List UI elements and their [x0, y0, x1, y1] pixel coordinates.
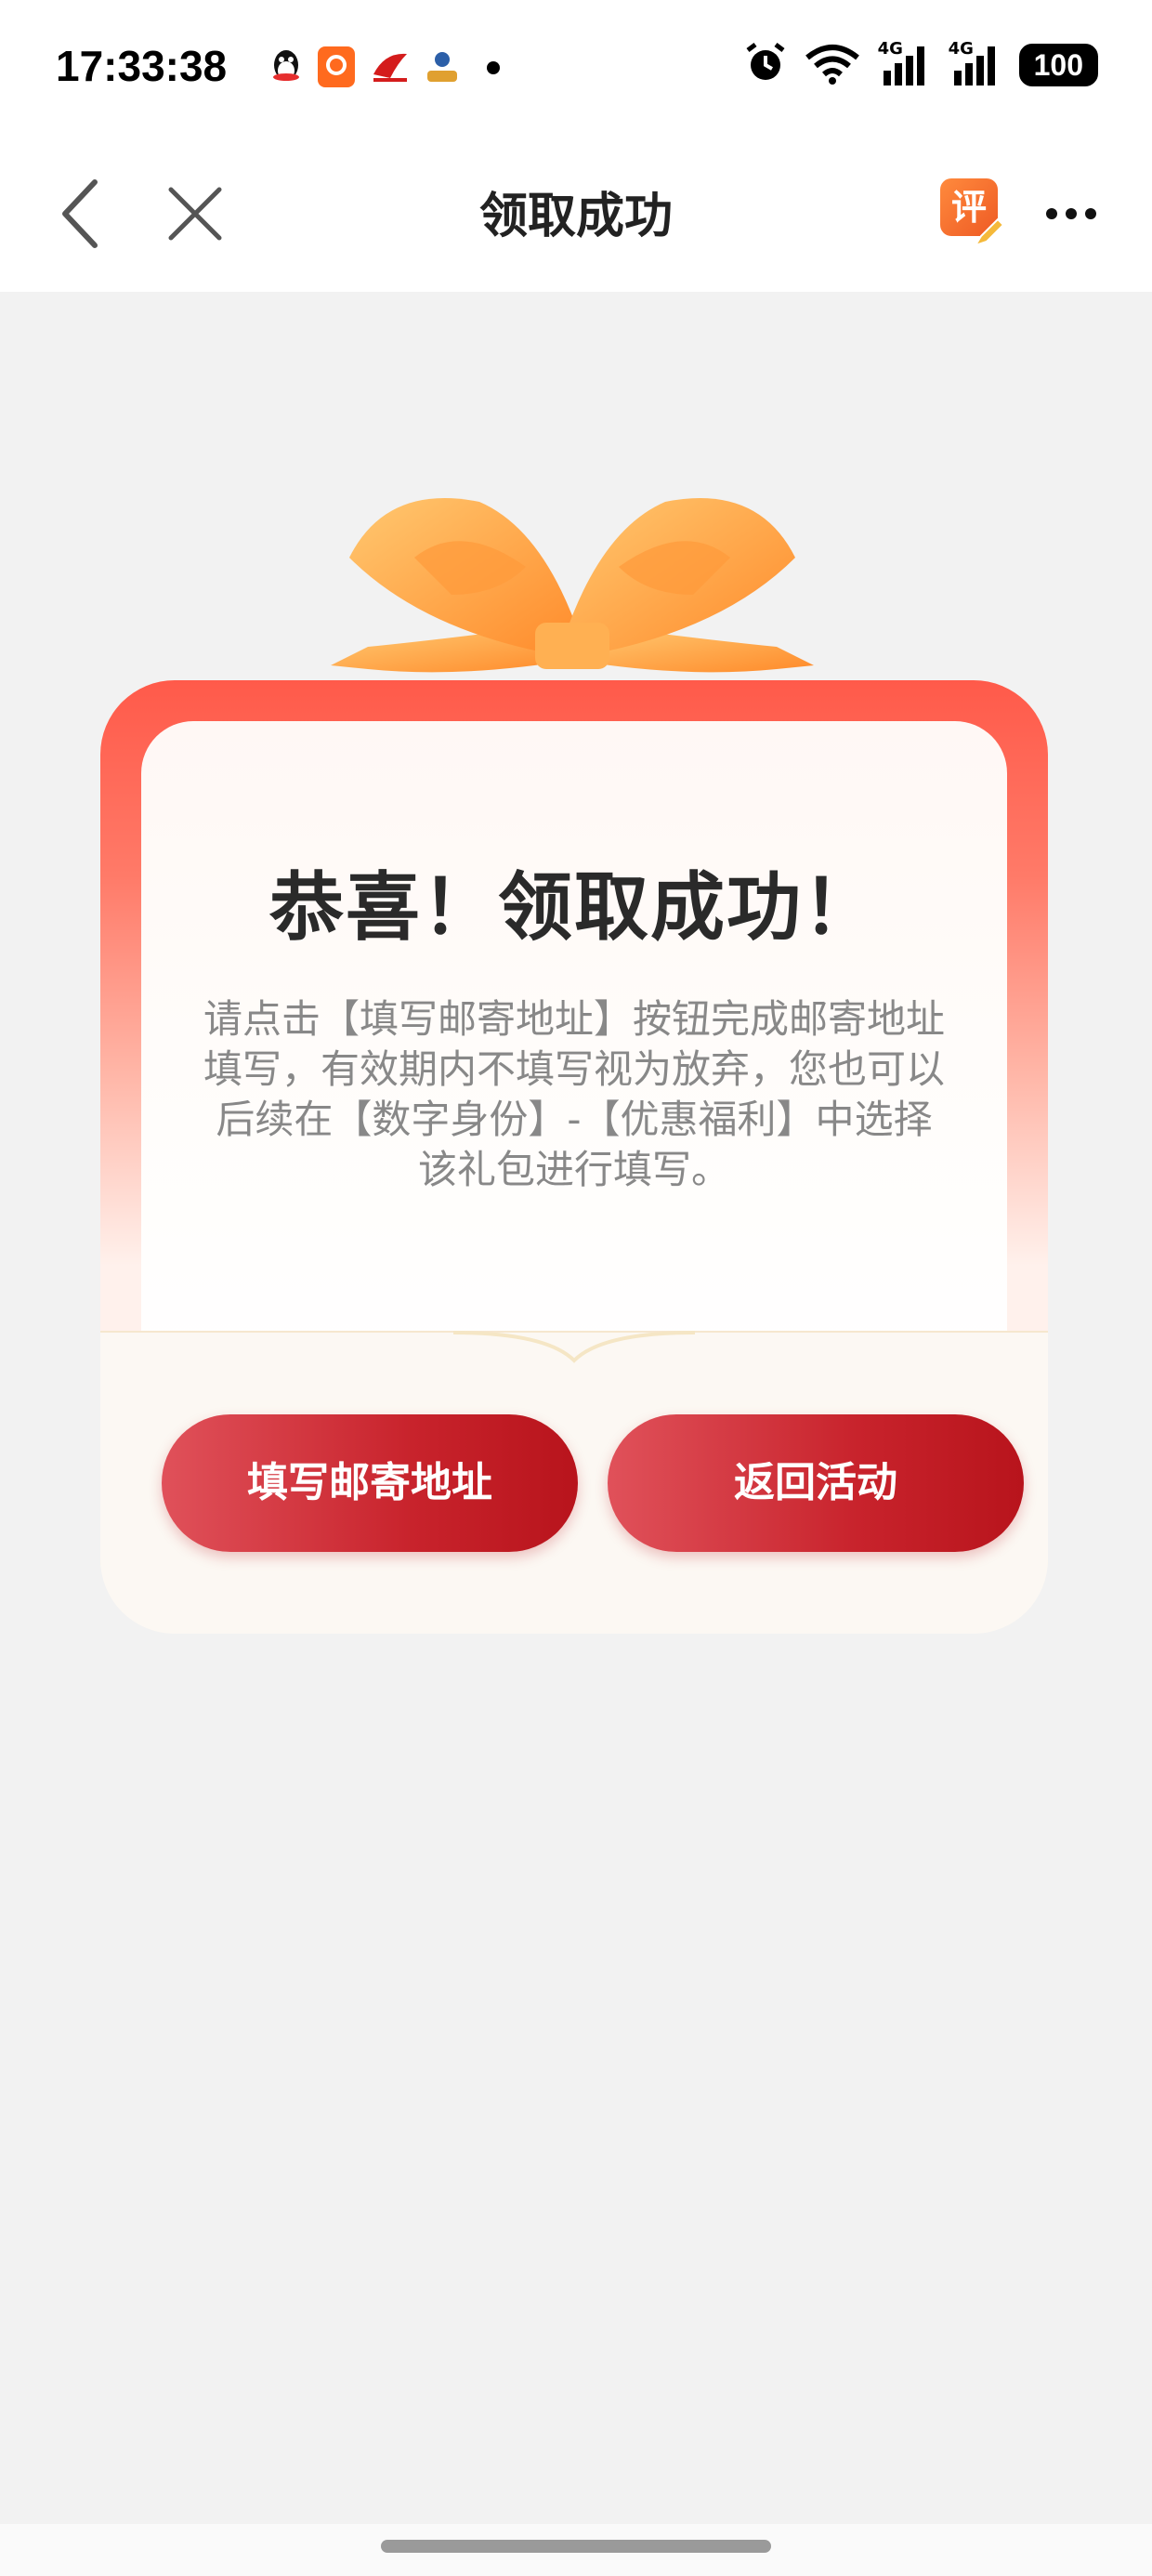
battery-indicator: 100 — [1018, 44, 1098, 86]
alarm-icon — [744, 41, 787, 89]
signal-2-icon: 4G — [949, 39, 1002, 87]
app-identity-notification-icon — [422, 46, 459, 87]
app-red-notification-icon — [370, 46, 407, 87]
signal-1-icon: 4G — [878, 39, 932, 87]
instruction-text: 请点击【填写邮寄地址】按钮完成邮寄地址填写，有效期内不填写视为放弃，您也可以后续… — [203, 996, 945, 1192]
app-orange-notification-icon — [318, 46, 355, 87]
card-notch-decoration — [453, 1331, 695, 1363]
success-title: 恭喜！领取成功！ — [269, 864, 879, 951]
status-bar: 17:33:38 4G 4G 100 — [0, 0, 1152, 139]
wifi-icon — [804, 41, 861, 89]
nav-bar: 领取成功 评 — [0, 139, 1152, 292]
gift-ribbon-bow-icon — [331, 498, 814, 673]
pencil-icon — [972, 216, 1005, 253]
qq-notification-icon — [268, 46, 305, 87]
status-time: 17:33:38 — [56, 42, 228, 90]
back-to-activity-button[interactable]: 返回活动 — [608, 1414, 1024, 1552]
home-indicator[interactable] — [381, 2540, 771, 2553]
status-icons: 4G 4G 100 — [744, 39, 1098, 89]
more-options-icon[interactable] — [1044, 204, 1098, 227]
gift-card: 恭喜！领取成功！ 请点击【填写邮寄地址】按钮完成邮寄地址填写，有效期内不填写视为… — [100, 680, 1048, 1634]
fill-address-button[interactable]: 填写邮寄地址 — [162, 1414, 578, 1552]
notification-dot-icon — [487, 61, 500, 74]
